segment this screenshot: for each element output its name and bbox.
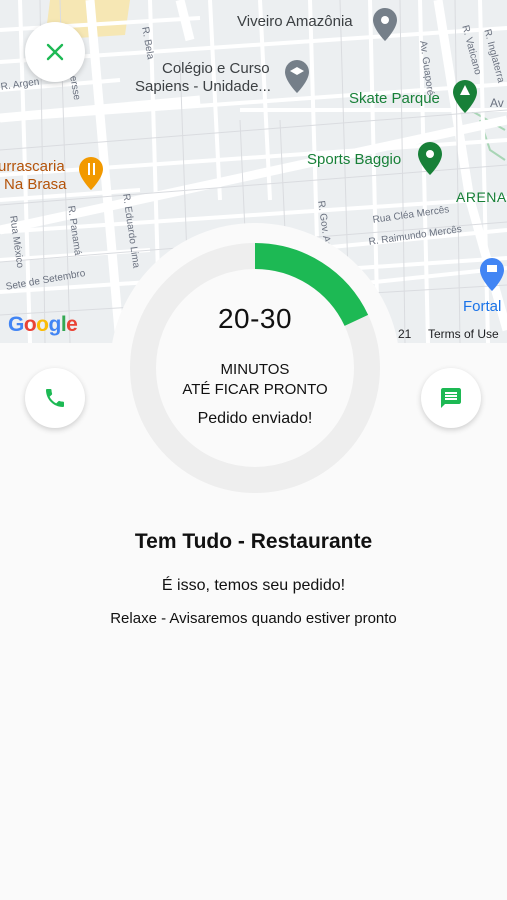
prep-timer: 20-30 MINUTOS ATÉ FICAR PRONTO Pedido en…: [110, 223, 400, 513]
prep-time-range: 20-30: [217, 303, 293, 334]
prep-time-unit-line1: MINUTOS: [220, 361, 290, 378]
map-copyright: 21: [398, 327, 412, 341]
order-notification-message: Relaxe - Avisaremos quando estiver pront…: [110, 610, 397, 627]
map-label-churrascaria-line2: Na Brasa: [4, 176, 67, 193]
map-label-churrascaria: urrascaria: [0, 158, 65, 175]
map-label-fortal: Fortal: [463, 298, 502, 315]
prep-time-unit-line2: ATÉ FICAR PRONTO: [182, 381, 328, 398]
call-button[interactable]: [25, 368, 85, 428]
map-label-viveiro: Viveiro Amazônia: [237, 13, 353, 30]
chat-button[interactable]: [421, 368, 481, 428]
street-label-av: Av: [490, 96, 504, 110]
map-label-colegio: Colégio e Curso: [162, 60, 270, 77]
prep-time-unit: MINUTOS ATÉ FICAR PRONTO: [110, 360, 400, 400]
order-confirmation-message: É isso, temos seu pedido!: [161, 577, 346, 594]
restaurant-name: Tem Tudo - Restaurante: [134, 530, 373, 553]
phone-icon: [46, 389, 64, 407]
close-button[interactable]: [25, 22, 85, 82]
message-icon: [441, 388, 461, 408]
order-status-text: Pedido enviado!: [197, 410, 313, 427]
terms-of-use-link[interactable]: Terms of Use: [428, 327, 499, 341]
close-icon: [46, 43, 64, 61]
map-label-colegio-line2: Sapiens - Unidade...: [135, 78, 271, 95]
map-label-sports: Sports Baggio: [307, 151, 402, 168]
map-label-arena: ARENA: [456, 189, 507, 205]
google-logo: Google: [8, 313, 78, 336]
